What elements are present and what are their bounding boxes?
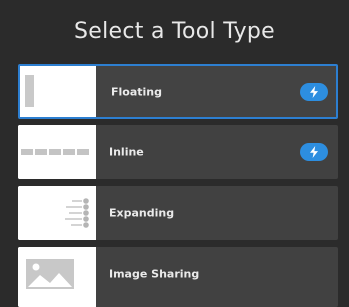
tool-option-expanding[interactable]: Expanding [18, 186, 338, 240]
floating-thumbnail [20, 66, 96, 117]
lightning-bolt-icon [300, 82, 328, 101]
expanding-thumbnail [18, 186, 96, 240]
tool-option-image-sharing[interactable]: Image Sharing [18, 247, 338, 307]
tool-option-label: Expanding [109, 206, 175, 220]
tool-option-inline[interactable]: Inline [18, 125, 338, 179]
tool-option-label: Inline [109, 145, 144, 159]
tool-option-label: Image Sharing [109, 267, 200, 281]
lightning-bolt-icon [300, 143, 328, 161]
inline-thumbnail [18, 125, 96, 179]
image-sharing-thumbnail [18, 247, 96, 307]
dialog-title: Select a Tool Type [74, 19, 275, 44]
tool-option-label: Floating [111, 85, 162, 98]
tool-option-floating[interactable]: Floating [18, 64, 338, 119]
